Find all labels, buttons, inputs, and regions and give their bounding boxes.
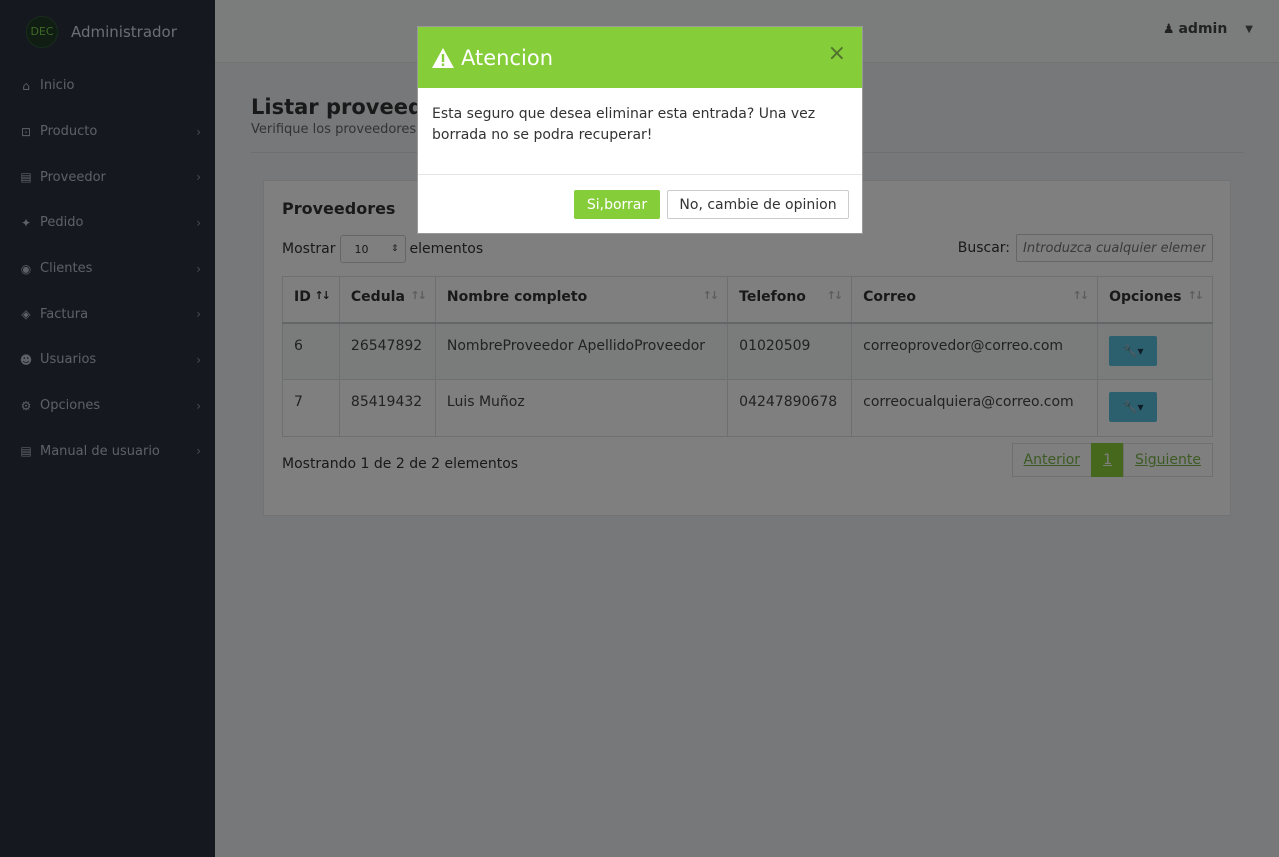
modal-body: Esta seguro que desea eliminar esta entr… [418, 88, 862, 175]
confirm-delete-button[interactable]: Si,borrar [574, 190, 660, 219]
warning-icon [432, 47, 454, 68]
modal-footer: Si,borrar No, cambie de opinion [418, 175, 862, 233]
cancel-button[interactable]: No, cambie de opinion [667, 190, 849, 219]
modal-header: Atencion × [418, 27, 862, 88]
confirm-modal: Atencion × Esta seguro que desea elimina… [417, 26, 863, 234]
close-icon[interactable]: × [828, 41, 846, 66]
modal-title: Atencion [461, 45, 553, 70]
